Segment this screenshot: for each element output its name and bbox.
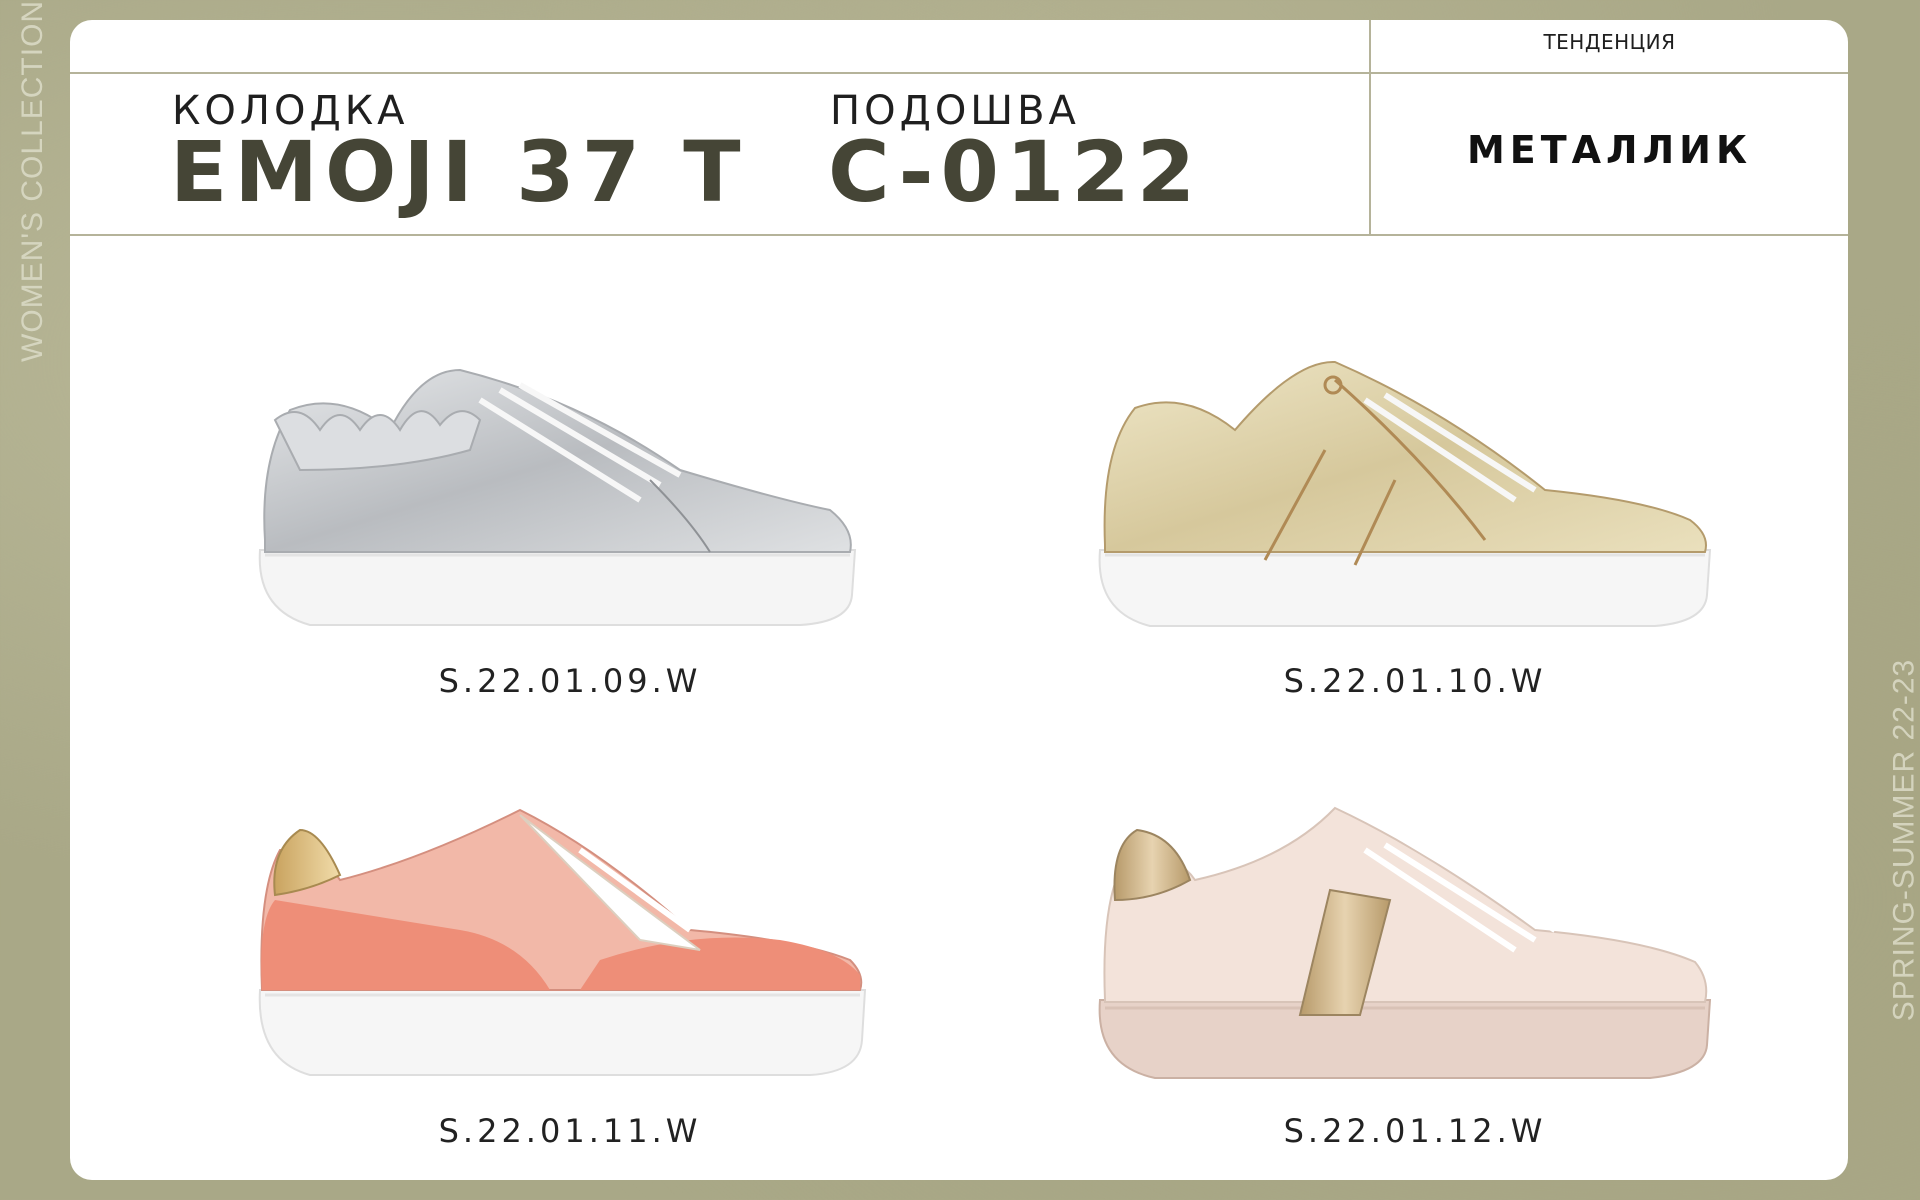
trend-value: МЕТАЛЛИК xyxy=(1466,128,1753,172)
left-side-caption: WOMEN'S COLLECTION xyxy=(16,0,49,362)
product-card[interactable]: S.22.01.11.W xyxy=(220,790,920,1170)
header-top-divider xyxy=(70,72,1848,74)
header-bottom-divider xyxy=(70,234,1848,236)
product-code: S.22.01.12.W xyxy=(1283,1112,1547,1150)
product-code: S.22.01.09.W xyxy=(438,662,702,700)
silver-metallic-sneaker-with-ruffle-image xyxy=(258,368,857,626)
product-card[interactable]: S.22.01.09.W xyxy=(220,340,920,720)
right-side-caption: SPRING-SUMMER 22-23 xyxy=(1887,658,1920,1022)
trend-label: ТЕНДЕНЦИЯ xyxy=(1543,30,1676,54)
product-card[interactable]: S.22.01.10.W xyxy=(1065,340,1765,720)
product-code: S.22.01.11.W xyxy=(438,1112,702,1150)
coral-pink-sneaker-gold-heel-image xyxy=(258,808,867,1076)
last-value: EMOJI 37 T xyxy=(170,123,748,221)
catalog-card: КОЛОДКА EMOJI 37 T ПОДОШВА C-0122 ТЕНДЕН… xyxy=(70,20,1848,1180)
beige-sneaker-gold-stripe-image xyxy=(1098,806,1712,1079)
product-code: S.22.01.10.W xyxy=(1283,662,1547,700)
product-card[interactable]: S.22.01.12.W xyxy=(1065,790,1765,1170)
gold-metallic-sneaker-image xyxy=(1098,360,1712,627)
sole-value: C-0122 xyxy=(828,123,1203,221)
